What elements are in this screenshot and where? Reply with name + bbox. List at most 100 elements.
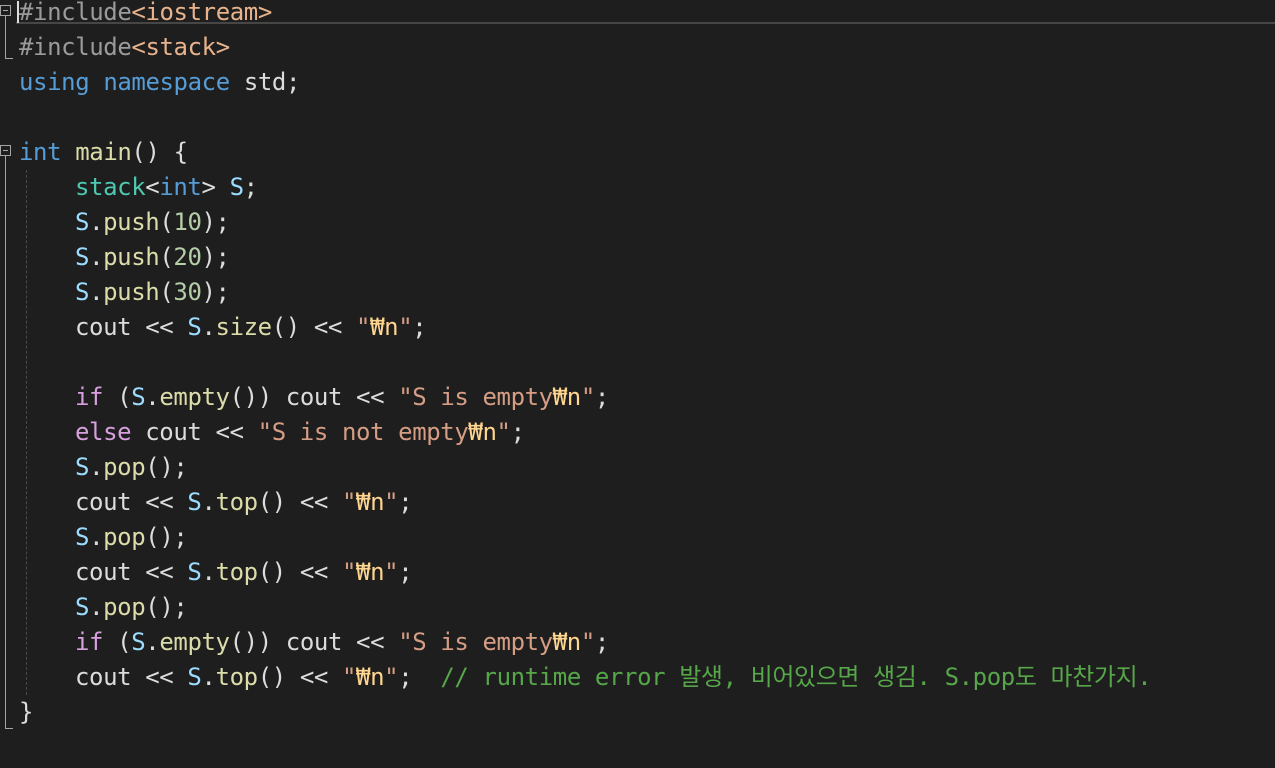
code-token: " <box>398 313 413 341</box>
code-token: ); <box>201 208 231 236</box>
code-token: "S is empty <box>398 383 553 411</box>
code-token: ; <box>243 173 258 201</box>
code-token: ; <box>510 418 525 446</box>
code-token: cout << <box>131 418 258 446</box>
code-token: . <box>145 383 160 411</box>
code-token: S <box>131 383 146 411</box>
fold-end-marker <box>5 58 13 59</box>
code-line[interactable]: S.pop(); <box>19 595 1275 630</box>
code-line[interactable]: S.push(20); <box>19 245 1275 280</box>
code-token: " <box>384 488 399 516</box>
code-line[interactable]: if (S.empty()) cout << "S is empty₩n"; <box>19 385 1275 420</box>
code-token: ; <box>594 383 609 411</box>
code-token: if <box>75 628 104 656</box>
fold-line <box>5 156 6 728</box>
code-token: (); <box>145 523 188 551</box>
code-line[interactable]: cout << S.size() << "₩n"; <box>19 315 1275 350</box>
code-token: top <box>215 558 259 586</box>
code-token: << <box>131 663 188 691</box>
code-token: << <box>131 313 188 341</box>
code-token: } <box>19 698 34 726</box>
code-token: S <box>187 558 202 586</box>
code-line[interactable]: if (S.empty()) cout << "S is empty₩n"; <box>19 630 1275 665</box>
collapse-minus-icon[interactable] <box>0 145 11 156</box>
code-line[interactable]: int main() { <box>19 140 1275 175</box>
code-token: . <box>89 593 104 621</box>
code-token: 20 <box>173 243 202 271</box>
code-token: ( <box>103 628 132 656</box>
code-token: () << <box>257 558 342 586</box>
code-token: #include <box>19 33 132 61</box>
code-token: ₩n <box>370 313 399 341</box>
code-token: (); <box>145 593 188 621</box>
code-token: ); <box>201 243 231 271</box>
code-token: ₩n <box>552 628 582 656</box>
code-line[interactable]: S.push(10); <box>19 210 1275 245</box>
code-line[interactable]: cout << S.top() << "₩n"; // runtime erro… <box>19 665 1275 700</box>
code-token: S <box>131 628 146 656</box>
code-token: " <box>341 558 357 586</box>
code-token: S <box>187 488 202 516</box>
code-token: " <box>384 663 399 691</box>
code-token: << <box>131 558 188 586</box>
code-line[interactable] <box>19 105 1275 140</box>
code-token: " <box>580 628 595 656</box>
code-line[interactable]: S.pop(); <box>19 455 1275 490</box>
code-token: S <box>75 523 90 551</box>
code-token: ₩n <box>552 383 582 411</box>
code-token: if <box>75 383 104 411</box>
code-token: ( <box>159 243 174 271</box>
code-token: " <box>341 488 357 516</box>
code-token: " <box>356 313 371 341</box>
code-token: "S is empty <box>398 628 553 656</box>
code-token: ( <box>159 208 174 236</box>
code-editor[interactable]: #include<iostream> #include<stack> using n… <box>0 0 1275 768</box>
code-line[interactable]: using namespace std; <box>19 70 1275 105</box>
code-token: pop <box>103 523 146 551</box>
code-token: "S is not empty <box>257 418 469 446</box>
code-token: // runtime error 발생, 비어있으면 생김. S.pop도 마찬… <box>440 663 1152 691</box>
fold-line <box>5 16 6 38</box>
code-token: . <box>201 313 216 341</box>
code-token: cout <box>75 488 132 516</box>
code-token: " <box>580 383 595 411</box>
code-token: . <box>89 523 104 551</box>
collapse-minus-icon[interactable] <box>0 5 11 16</box>
code-token: . <box>89 453 104 481</box>
code-token: > <box>201 173 230 201</box>
code-token: ()) cout << <box>229 628 399 656</box>
code-token: (); <box>145 453 188 481</box>
code-token: empty <box>159 628 230 656</box>
code-token: #include <box>19 0 132 26</box>
code-area[interactable]: #include<iostream> #include<stack> using n… <box>19 0 1275 735</box>
code-token: < <box>145 173 160 201</box>
code-token: () << <box>257 663 342 691</box>
code-line[interactable]: #include<stack> <box>19 35 1275 70</box>
code-line[interactable]: stack<int> S; <box>19 175 1275 210</box>
code-token: top <box>215 488 259 516</box>
code-line[interactable]: S.push(30); <box>19 280 1275 315</box>
code-token: ₩n <box>468 418 497 446</box>
code-token: S <box>187 313 202 341</box>
code-line[interactable]: #include<iostream> <box>19 0 1275 35</box>
code-line[interactable] <box>19 350 1275 385</box>
code-token: cout <box>75 313 132 341</box>
code-token: top <box>215 663 259 691</box>
code-token: ₩n <box>356 663 385 691</box>
code-line[interactable]: cout << S.top() << "₩n"; <box>19 490 1275 525</box>
code-token: ( <box>103 383 132 411</box>
code-token: std; <box>229 68 301 96</box>
code-line[interactable]: S.pop(); <box>19 525 1275 560</box>
code-line[interactable]: else cout << "S is not empty₩n"; <box>19 420 1275 455</box>
code-token: S <box>75 278 90 306</box>
code-token: 10 <box>173 208 202 236</box>
code-line[interactable]: cout << S.top() << "₩n"; <box>19 560 1275 595</box>
code-token: ₩n <box>356 558 385 586</box>
code-token: namespace <box>103 68 230 96</box>
code-line[interactable]: } <box>19 700 1275 735</box>
code-token: . <box>89 243 104 271</box>
code-token: ₩n <box>356 488 385 516</box>
code-token: int <box>19 138 62 166</box>
code-token: ; <box>594 628 609 656</box>
